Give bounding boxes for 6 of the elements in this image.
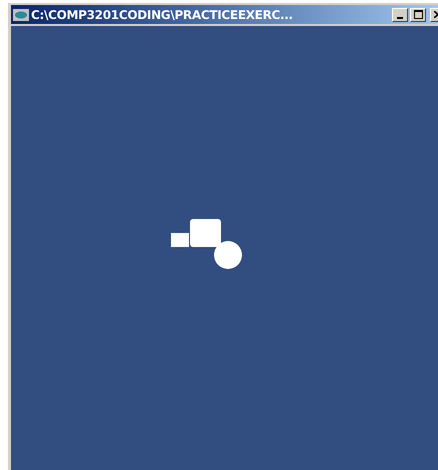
maximize-button[interactable] xyxy=(410,8,426,22)
console-icon xyxy=(13,8,29,20)
minimize-button[interactable] xyxy=(392,8,408,22)
maximize-icon xyxy=(414,10,422,19)
window-title: C:\COMP3201CODING\PRACTICEEXERC... xyxy=(31,8,293,20)
minimize-icon xyxy=(397,16,403,18)
